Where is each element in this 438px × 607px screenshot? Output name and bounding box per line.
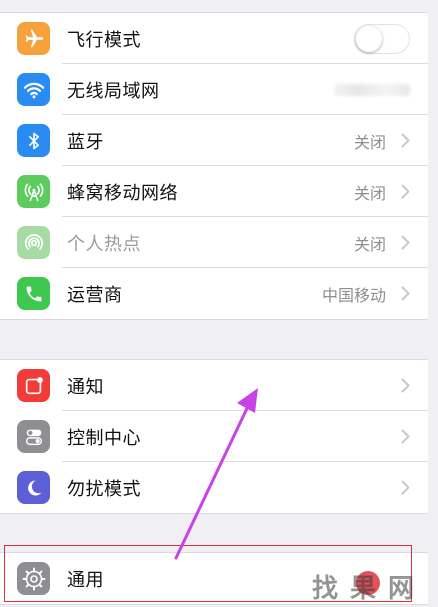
settings-screen: 飞行模式 无线局域网 蓝牙 关闭 蜂窝移动网络 关闭 个人热点 关闭 运营商 中… (0, 0, 438, 607)
watermark-text: 找果网 (311, 574, 426, 604)
annotation-arrow (174, 388, 258, 560)
